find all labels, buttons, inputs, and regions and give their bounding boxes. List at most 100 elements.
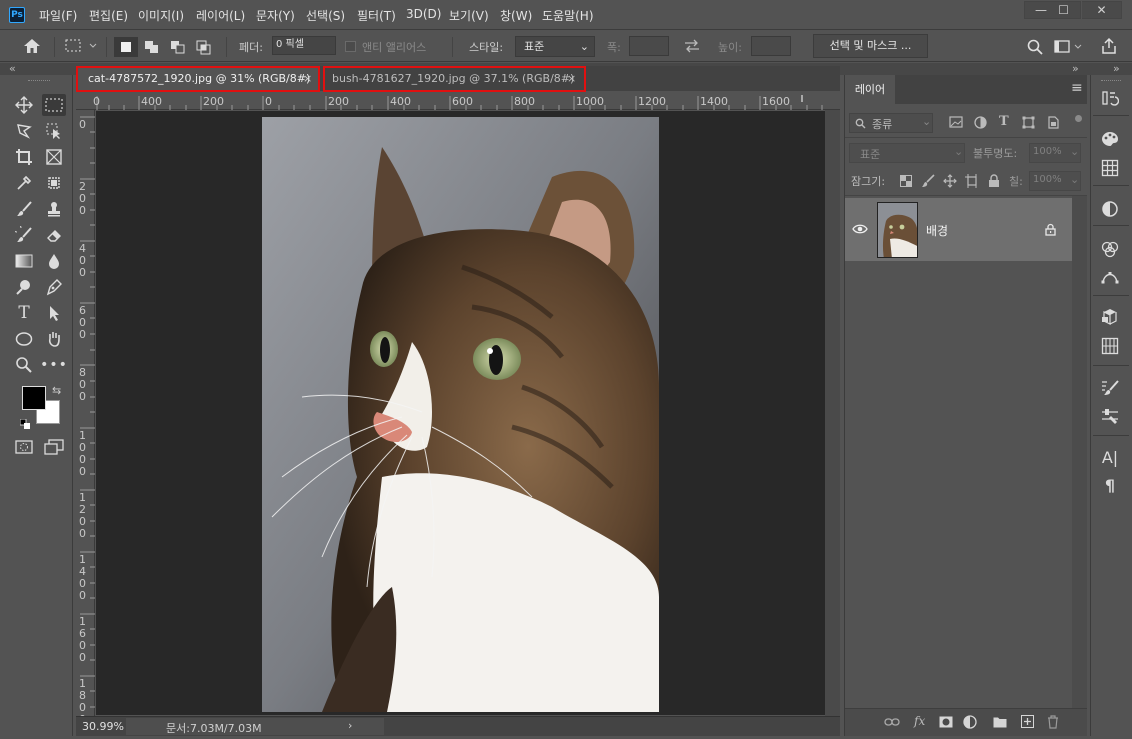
menu-select[interactable]: 선택(S) [306,7,345,24]
workspace-icon[interactable] [1054,39,1084,55]
collapse-panel-icon[interactable]: » [1072,62,1079,75]
swap-icon[interactable] [683,39,701,53]
menu-window[interactable]: 창(W) [500,7,532,24]
collapse-strip-icon[interactable]: » [1113,62,1120,75]
path-select-tool-icon[interactable] [42,302,66,324]
quick-mask-icon[interactable] [12,436,36,458]
adjustments-icon[interactable] [1099,198,1121,220]
libraries-icon[interactable] [1099,306,1121,328]
filter-toggle-icon[interactable] [1075,115,1082,122]
tab-cat[interactable]: cat-4787572_1920.jpg @ 31% (RGB/8#) × [78,66,318,91]
pen-tool-icon[interactable] [42,276,66,298]
frame-tool-icon[interactable] [42,146,66,168]
more-tools-icon[interactable]: ••• [40,354,67,376]
delete-layer-icon[interactable] [1047,715,1059,729]
crop-tool-icon[interactable] [12,146,36,168]
tab-layers[interactable]: 레이어 [845,75,895,104]
maximize-button[interactable]: ☐ [1047,1,1081,19]
swap-colors-icon[interactable]: ⇆ [52,384,61,397]
brush-settings-icon[interactable] [1099,377,1121,399]
feather-input[interactable]: 0 픽셀 [272,36,336,55]
subtract-selection-icon[interactable] [167,37,189,57]
height-input[interactable] [751,36,791,56]
status-arrow-icon[interactable]: › [348,719,352,732]
properties-icon[interactable] [1099,335,1121,357]
antialias-checkbox[interactable] [345,41,356,52]
type-tool-icon[interactable]: T [12,302,36,324]
new-layer-icon[interactable] [1021,715,1034,728]
eraser-tool-icon[interactable] [42,224,66,246]
history-brush-tool-icon[interactable] [12,224,36,246]
marquee-preset-icon[interactable] [64,38,98,54]
color-icon[interactable] [1099,128,1121,150]
new-group-icon[interactable] [993,716,1007,728]
menu-file[interactable]: 파일(F) [39,7,77,24]
paragraph-icon[interactable]: ¶ [1099,474,1121,496]
foreground-color-swatch[interactable] [22,386,46,410]
vertical-scrollbar[interactable] [825,110,840,716]
photoshop-logo[interactable]: Ps [9,7,25,23]
lock-all-icon[interactable] [988,174,1000,188]
lock-image-icon[interactable] [921,174,935,188]
filter-pixel-icon[interactable] [949,116,963,128]
character-icon[interactable]: A| [1099,446,1121,468]
panel-menu-icon[interactable]: ≡ [1071,80,1083,96]
lock-artboard-icon[interactable] [965,174,979,188]
new-selection-icon[interactable] [114,37,138,57]
menu-type[interactable]: 문자(Y) [256,7,295,24]
new-adjustment-icon[interactable] [963,715,977,729]
add-mask-icon[interactable] [939,716,953,728]
filter-adjustment-icon[interactable] [974,116,987,129]
link-layers-icon[interactable] [884,716,900,728]
spot-healing-tool-icon[interactable] [42,172,66,194]
menu-layer[interactable]: 레이어(L) [196,7,245,24]
menu-help[interactable]: 도움말(H) [542,7,594,24]
filter-type-icon[interactable]: T [999,114,1009,129]
share-icon[interactable] [1100,37,1118,55]
screen-mode-icon[interactable] [42,436,66,458]
home-icon[interactable] [22,37,42,55]
swatches-icon[interactable] [1099,157,1121,179]
filter-smart-object-icon[interactable] [1047,116,1059,129]
add-selection-icon[interactable] [141,37,163,57]
doc-info-box[interactable]: 문서:7.03M/7.03M › [126,718,384,735]
layer-name[interactable]: 배경 [926,222,948,239]
tab-bush-close-icon[interactable]: × [567,66,576,91]
search-icon[interactable] [1027,39,1043,55]
zoom-tool-icon[interactable] [12,354,36,376]
menu-view[interactable]: 보기(V) [449,7,489,24]
select-and-mask-button[interactable]: 선택 및 마스크 ... [813,34,928,58]
blend-mode-select[interactable]: 표준 ⌄ [849,143,965,163]
intersect-selection-icon[interactable] [193,37,215,57]
lock-position-icon[interactable] [943,174,957,188]
tab-cat-close-icon[interactable]: × [303,66,312,91]
stamp-tool-icon[interactable] [42,198,66,220]
menu-3d[interactable]: 3D(D) [406,7,441,21]
default-colors-icon[interactable] [19,418,30,429]
tool-presets-icon[interactable] [1099,405,1121,427]
menu-filter[interactable]: 필터(T) [357,7,396,24]
menu-image[interactable]: 이미지(I) [138,7,184,24]
width-input[interactable] [629,36,669,56]
lock-transparent-icon[interactable] [900,175,912,187]
ellipse-tool-icon[interactable] [12,328,36,350]
brush-tool-icon[interactable] [12,198,36,220]
gradient-tool-icon[interactable] [12,250,36,272]
fill-input[interactable]: 100% ⌄ [1029,171,1081,191]
style-select[interactable]: 표준 ⌄ [515,36,595,57]
opacity-input[interactable]: 100% ⌄ [1029,143,1081,163]
hand-tool-icon[interactable] [42,328,66,350]
close-button[interactable]: ✕ [1082,1,1122,19]
zoom-level[interactable]: 30.99% [82,720,124,733]
fx-icon[interactable]: fx [914,714,925,728]
channels-icon[interactable] [1099,238,1121,260]
eyedropper-tool-icon[interactable] [12,172,36,194]
menu-edit[interactable]: 편집(E) [89,7,128,24]
cat-photo[interactable] [262,117,659,712]
filter-shape-icon[interactable] [1022,116,1035,129]
dodge-tool-icon[interactable] [12,276,36,298]
object-select-tool-icon[interactable] [42,120,66,142]
paths-icon[interactable] [1099,266,1121,288]
eye-icon[interactable] [852,224,868,234]
lasso-tool-icon[interactable] [12,120,36,142]
